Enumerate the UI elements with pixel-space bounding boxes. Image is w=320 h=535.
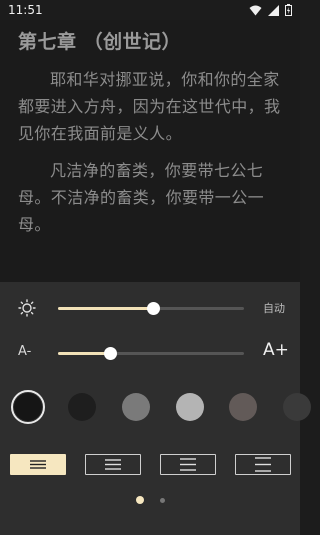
font-size-slider-thumb[interactable] — [104, 347, 117, 360]
chapter-title: 第七章 （创世记） — [18, 31, 182, 53]
brightness-slider-fill — [58, 307, 153, 310]
font-increase-button[interactable]: A+ — [263, 340, 289, 360]
reading-settings-panel: 自动 A- A+ — [0, 282, 311, 535]
wifi-icon — [249, 5, 262, 15]
reader-content[interactable]: 第七章 （创世记） 耶和华对挪亚说，你和你的全家都要进入方舟，因为在这世代中，我… — [0, 20, 300, 282]
spacing-extra-loose-button[interactable] — [235, 454, 291, 475]
battery-icon — [285, 4, 292, 16]
brightness-icon — [18, 299, 36, 317]
font-size-row: A- A+ — [0, 340, 300, 366]
theme-swatch-extra[interactable] — [283, 393, 311, 421]
font-size-slider-fill — [58, 352, 110, 355]
theme-swatch-dark[interactable] — [68, 393, 96, 421]
auto-brightness-toggle[interactable]: 自动 — [263, 300, 285, 316]
spacing-extra-loose-icon — [255, 457, 271, 472]
brightness-slider-thumb[interactable] — [147, 302, 160, 315]
status-icons — [249, 4, 292, 16]
theme-swatch-brown[interactable] — [229, 393, 257, 421]
font-decrease-button[interactable]: A- — [18, 344, 31, 359]
status-time: 11:51 — [8, 3, 43, 17]
theme-swatch-grey[interactable] — [122, 393, 150, 421]
brightness-row: 自动 — [0, 296, 300, 320]
spacing-compact-button[interactable] — [10, 454, 66, 475]
theme-swatch-black[interactable] — [14, 393, 42, 421]
spacing-loose-icon — [180, 458, 196, 471]
status-bar: 11:51 — [0, 0, 300, 20]
theme-swatches — [0, 390, 311, 424]
page-indicator-dot-active[interactable] — [136, 496, 144, 504]
spacing-normal-icon — [105, 459, 121, 470]
signal-icon — [268, 4, 279, 16]
page-indicator-dot[interactable] — [160, 498, 165, 503]
brightness-slider[interactable] — [58, 302, 244, 315]
font-size-slider[interactable] — [58, 347, 244, 360]
spacing-compact-icon — [30, 460, 46, 469]
paragraph: 凡洁净的畜类，你要带七公七母。不洁净的畜类，你要带一公一母。 — [18, 161, 265, 234]
paragraph: 耶和华对挪亚说，你和你的全家都要进入方舟，因为在这世代中，我见你在我面前是义人。 — [18, 70, 281, 143]
spacing-loose-button[interactable] — [160, 454, 216, 475]
theme-swatch-light-grey[interactable] — [176, 393, 204, 421]
spacing-normal-button[interactable] — [85, 454, 141, 475]
